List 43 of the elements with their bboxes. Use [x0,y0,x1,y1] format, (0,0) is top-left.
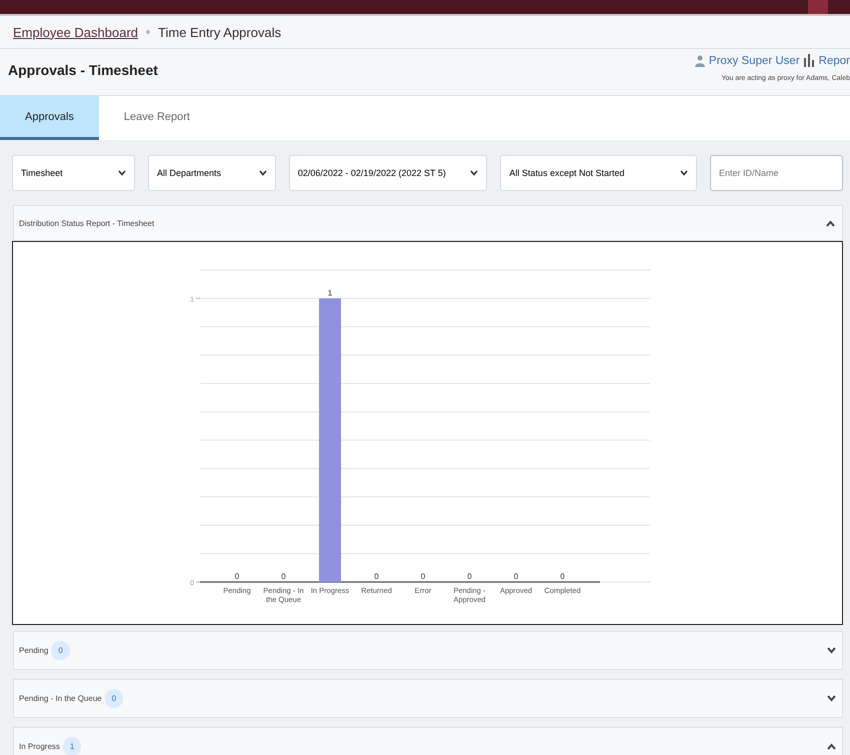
data-label: 0 [467,572,472,581]
chevron-up-icon[interactable] [826,220,835,226]
top-bar-block [808,0,828,14]
filter-dropdown[interactable]: Timesheet [12,155,135,191]
chevron-down-icon[interactable] [827,695,836,702]
bar-chart-icon [804,54,815,67]
filter-dropdown[interactable]: 02/06/2022 - 02/19/2022 (2022 ST 5) [288,155,488,191]
data-label: 0 [234,572,240,581]
data-label: 0 [514,572,518,581]
panel-title: Distribution Status Report - Timesheet [19,218,154,228]
breadcrumb-link[interactable]: Employee Dashboard [13,24,138,40]
tab[interactable]: Leave Report [98,96,215,140]
proxy-user-link[interactable]: Proxy Super User [708,54,800,66]
data-label: 0 [281,572,286,581]
search-field[interactable]: Enter ID/Name [710,155,843,191]
data-label: 0 [420,572,426,581]
accordion-header[interactable]: Pending - In the Queue 0 [13,679,843,718]
count-badge: 1 [62,737,82,755]
section-title: In Progress [19,742,60,751]
tab[interactable]: Approvals [0,96,99,140]
breadcrumb-current: Time Entry Approvals [158,24,282,40]
data-label: 0 [374,572,379,581]
chevron-down-icon [118,170,126,176]
chevron-down-icon[interactable] [827,647,836,654]
chevron-down-icon [258,170,267,176]
reports-link[interactable]: Repor [818,54,850,66]
accordion-header[interactable]: In Progress 1 [13,727,843,755]
panel-header[interactable]: Distribution Status Report - Timesheet [13,205,843,241]
user-icon [694,54,705,66]
chevron-up-icon[interactable] [827,743,836,750]
data-label: 1 [328,288,332,298]
chevron-down-icon [470,170,478,176]
filter-dropdown[interactable]: All Status except Not Started [500,155,697,191]
count-badge: 0 [51,641,70,660]
data-label: 0 [560,572,565,581]
filter-dropdown[interactable]: All Departments [148,155,276,191]
accordion-header[interactable]: Pending 0 [13,631,843,670]
section-title: Pending - In the Queue [19,694,102,703]
chevron-down-icon [680,170,688,176]
count-badge: 0 [104,689,124,708]
page-title: Approvals - Timesheet [8,62,158,78]
breadcrumb-separator-icon [146,30,150,34]
section-title: Pending [19,646,48,655]
